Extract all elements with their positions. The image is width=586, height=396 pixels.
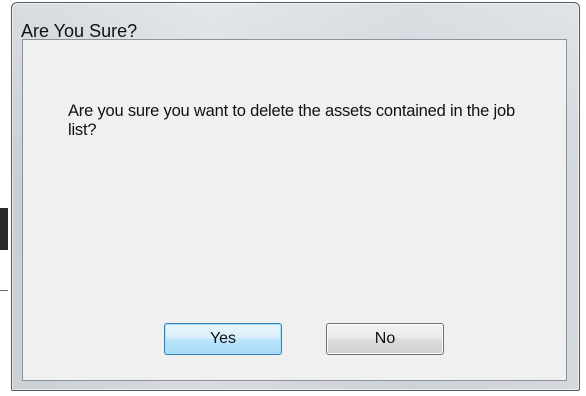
screen: Are You Sure? Are you sure you want to d… xyxy=(0,0,586,396)
dialog-titlebar[interactable]: Are You Sure? xyxy=(12,3,579,41)
dialog-body: Are you sure you want to delete the asse… xyxy=(22,39,567,381)
dialog-title: Are You Sure? xyxy=(21,21,138,41)
no-button[interactable]: No xyxy=(326,323,444,355)
yes-button[interactable]: Yes xyxy=(164,323,282,355)
dialog-message: Are you sure you want to delete the asse… xyxy=(68,102,515,139)
background-edge-line xyxy=(0,290,8,291)
background-edge-mark xyxy=(0,208,8,250)
confirm-dialog: Are You Sure? Are you sure you want to d… xyxy=(11,2,580,391)
